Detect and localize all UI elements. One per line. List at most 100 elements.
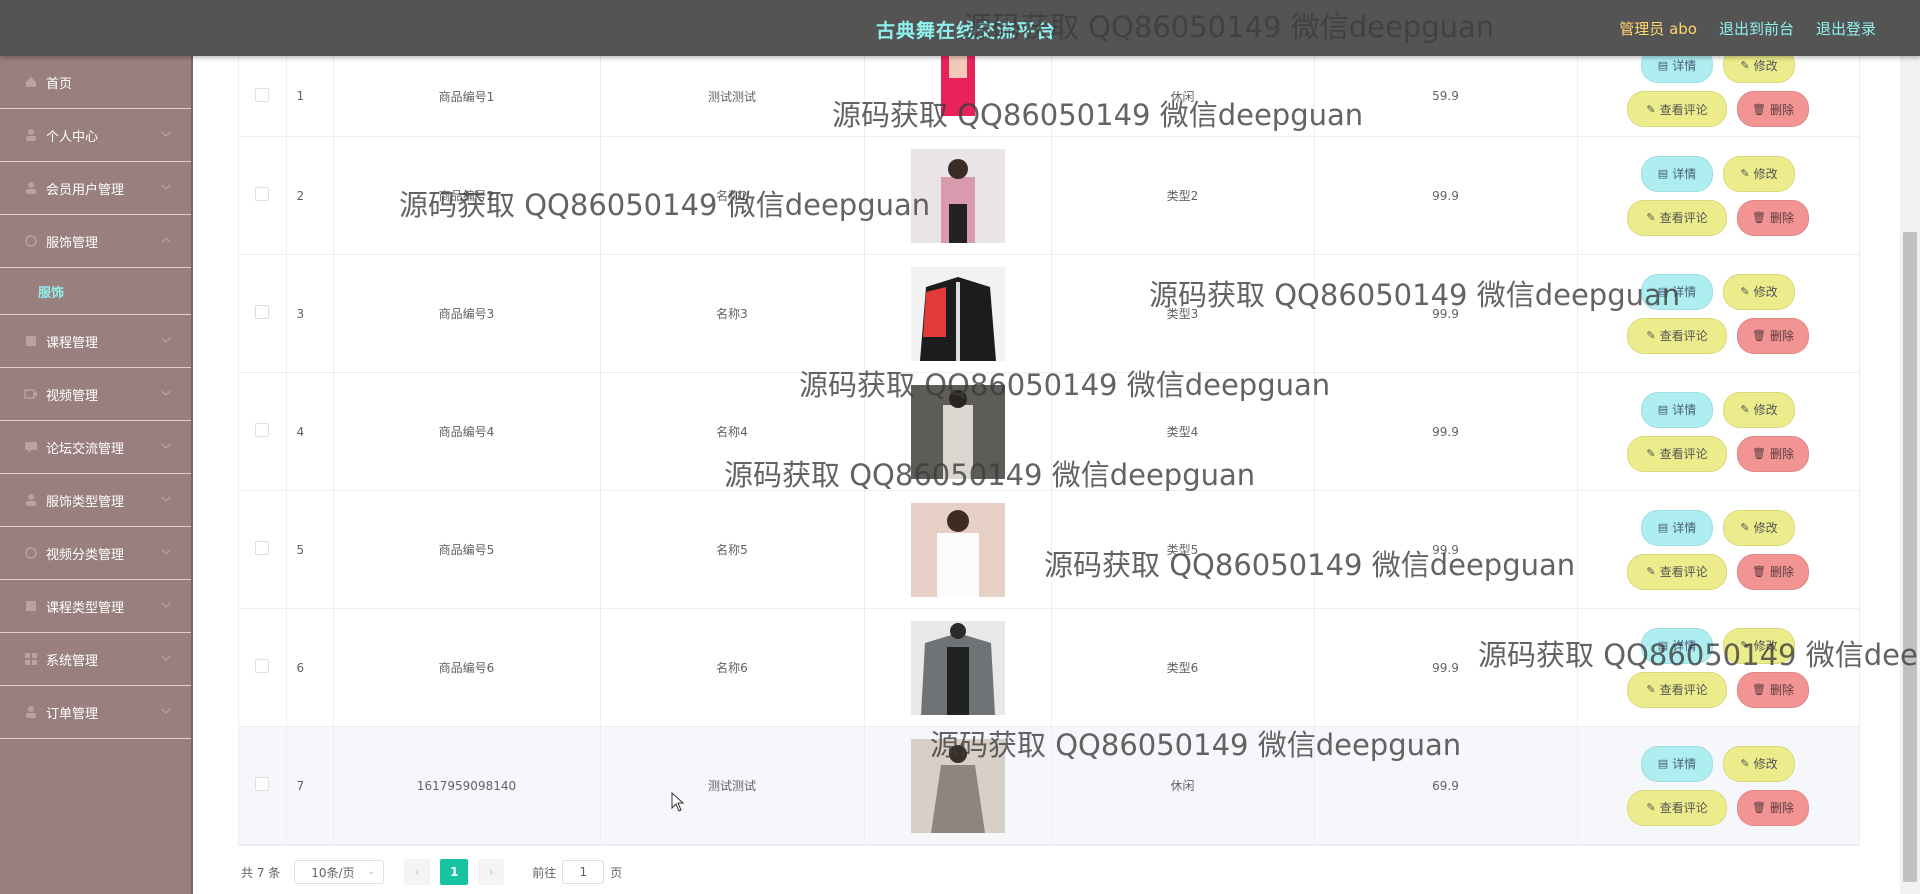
row-checkbox[interactable] — [255, 187, 270, 201]
detail-button[interactable]: ▤ 详情 — [1641, 627, 1713, 664]
table-row: 2 商品编号2 名称2 类型2 99.9 ▤ 详情 ✎ 修改 ✎ 查看评论 🗑 … — [239, 136, 1860, 255]
sidebar-item-label: 个人中心 — [46, 129, 99, 145]
product-type: 类型5 — [1051, 490, 1315, 609]
sidebar-item-system[interactable]: 系统管理 — [0, 633, 191, 686]
pencil-icon: ✎ — [1646, 329, 1656, 342]
edit-button[interactable]: ✎ 修改 — [1723, 627, 1795, 664]
sidebar-subitem-apparel[interactable]: 服饰 — [0, 268, 191, 315]
trash-icon: 🗑 — [1752, 683, 1766, 696]
next-page-button[interactable]: › — [478, 859, 505, 885]
product-name: 名称4 — [600, 372, 865, 491]
chevron-right-icon: › — [488, 865, 494, 879]
sidebar-item-video-categories[interactable]: 视频分类管理 — [0, 527, 191, 580]
detail-button[interactable]: ▤ 详情 — [1641, 273, 1713, 310]
row-checkbox[interactable] — [255, 423, 270, 437]
row-index: 1 — [286, 56, 334, 137]
product-price: 99.9 — [1314, 254, 1578, 373]
document-icon: ▤ — [1657, 285, 1669, 298]
delete-button[interactable]: 🗑 删除 — [1737, 553, 1809, 590]
row-checkbox[interactable] — [255, 777, 270, 791]
detail-button[interactable]: ▤ 详情 — [1641, 745, 1713, 782]
row-checkbox[interactable] — [255, 541, 270, 555]
document-icon: ▤ — [1657, 639, 1669, 652]
sidebar-item-label: 服饰管理 — [46, 235, 99, 251]
video-icon — [24, 387, 38, 401]
user-icon — [24, 705, 38, 719]
prev-page-button[interactable]: ‹ — [404, 859, 431, 885]
table-row: 5 商品编号5 名称5 类型5 99.9 ▤ 详情 ✎ 修改 ✎ 查看评论 🗑 … — [239, 490, 1860, 609]
sidebar-item-apparel-types[interactable]: 服饰类型管理 — [0, 474, 191, 527]
detail-button[interactable]: ▤ 详情 — [1641, 391, 1713, 428]
chevron-down-icon — [161, 708, 171, 714]
view-reviews-button[interactable]: ✎ 查看评论 — [1627, 671, 1727, 708]
jump-page-input[interactable]: 1 — [562, 860, 605, 884]
exit-to-front-link[interactable]: 退出到前台 — [1719, 18, 1794, 39]
sidebar-item-label: 系统管理 — [46, 653, 99, 669]
product-image — [910, 620, 1005, 715]
view-reviews-button[interactable]: ✎ 查看评论 — [1627, 435, 1727, 472]
sidebar-item-home[interactable]: 首页 — [0, 56, 191, 109]
delete-button[interactable]: 🗑 删除 — [1737, 317, 1809, 354]
chevron-down-icon — [161, 337, 171, 343]
document-icon: ▤ — [1657, 58, 1669, 72]
view-reviews-button[interactable]: ✎ 查看评论 — [1627, 789, 1727, 826]
pencil-icon: ✎ — [1740, 521, 1750, 534]
sidebar-item-course-types[interactable]: 课程类型管理 — [0, 580, 191, 633]
product-name: 名称3 — [600, 254, 865, 373]
product-price: 69.9 — [1314, 726, 1578, 845]
row-checkbox[interactable] — [255, 659, 270, 673]
pencil-icon: ✎ — [1646, 211, 1656, 224]
delete-button[interactable]: 🗑 删除 — [1737, 199, 1809, 236]
product-code: 商品编号5 — [333, 490, 601, 609]
product-code: 商品编号3 — [333, 254, 601, 373]
jump-suffix: 页 — [610, 865, 623, 880]
sidebar-item-members[interactable]: 会员用户管理 — [0, 162, 191, 215]
jump-label: 前往 — [532, 865, 557, 880]
edit-button[interactable]: ✎ 修改 — [1723, 273, 1795, 310]
edit-button[interactable]: ✎ 修改 — [1723, 509, 1795, 546]
trash-icon: 🗑 — [1752, 329, 1766, 342]
product-name: 名称6 — [600, 608, 865, 727]
delete-button[interactable]: 🗑 删除 — [1737, 789, 1809, 826]
view-reviews-button[interactable]: ✎ 查看评论 — [1627, 91, 1727, 127]
page-size-select[interactable]: 10条/页 ⌄ — [294, 860, 385, 884]
sidebar-item-label: 课程类型管理 — [46, 600, 125, 616]
pencil-icon: ✎ — [1646, 102, 1656, 116]
product-image — [910, 148, 1005, 243]
product-type: 类型4 — [1051, 372, 1315, 491]
view-reviews-button[interactable]: ✎ 查看评论 — [1627, 199, 1727, 236]
edit-button[interactable]: ✎ 修改 — [1723, 391, 1795, 428]
row-checkbox[interactable] — [255, 87, 270, 102]
product-price: 99.9 — [1314, 136, 1578, 255]
delete-button[interactable]: 🗑 删除 — [1737, 435, 1809, 472]
sidebar-item-apparel-management[interactable]: 服饰管理 — [0, 215, 191, 268]
chevron-left-icon: ‹ — [414, 865, 420, 879]
header-links: 管理员 abo 退出到前台 退出登录 — [1619, 18, 1876, 39]
pencil-icon: ✎ — [1646, 801, 1656, 814]
home-icon — [24, 75, 38, 89]
product-price: 99.9 — [1314, 490, 1578, 609]
total-count: 共 7 条 — [241, 865, 281, 880]
scrollbar-thumb[interactable] — [1903, 232, 1917, 882]
edit-button[interactable]: ✎ 修改 — [1723, 745, 1795, 782]
page-number-button[interactable]: 1 — [440, 859, 469, 885]
document-icon: ▤ — [1657, 403, 1669, 416]
view-reviews-button[interactable]: ✎ 查看评论 — [1627, 317, 1727, 354]
delete-button[interactable]: 🗑 删除 — [1737, 91, 1809, 127]
sidebar-item-courses[interactable]: 课程管理 — [0, 315, 191, 368]
view-reviews-button[interactable]: ✎ 查看评论 — [1627, 553, 1727, 590]
product-name: 名称2 — [600, 136, 865, 255]
detail-button[interactable]: ▤ 详情 — [1641, 155, 1713, 192]
logout-link[interactable]: 退出登录 — [1816, 18, 1876, 39]
edit-button[interactable]: ✎ 修改 — [1723, 155, 1795, 192]
sidebar-item-personal[interactable]: 个人中心 — [0, 109, 191, 162]
sidebar-item-forum[interactable]: 论坛交流管理 — [0, 421, 191, 474]
vertical-scrollbar[interactable] — [1900, 56, 1920, 894]
delete-button[interactable]: 🗑 删除 — [1737, 671, 1809, 708]
table-row: 7 1617959098140 测试测试 休闲 69.9 ▤ 详情 ✎ 修改 ✎… — [239, 726, 1860, 845]
sidebar-item-videos[interactable]: 视频管理 — [0, 368, 191, 421]
detail-button[interactable]: ▤ 详情 — [1641, 509, 1713, 546]
sidebar-item-orders[interactable]: 订单管理 — [0, 686, 191, 739]
chevron-down-icon — [161, 655, 171, 661]
row-checkbox[interactable] — [255, 305, 270, 319]
